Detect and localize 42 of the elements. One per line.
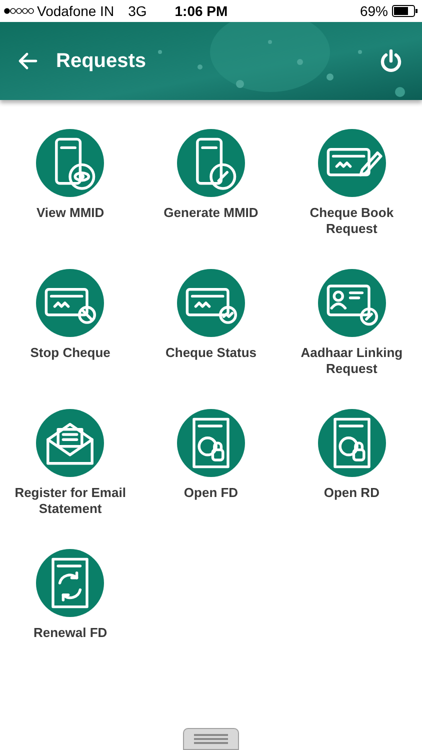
request-label: Generate MMID bbox=[162, 205, 260, 221]
request-tile[interactable]: Generate MMID bbox=[140, 129, 282, 245]
request-tile[interactable]: Aadhaar Linking Request bbox=[281, 269, 422, 385]
request-label: Cheque Book Request bbox=[308, 205, 395, 237]
power-icon bbox=[380, 49, 402, 73]
request-label: Open FD bbox=[182, 485, 240, 501]
request-label: View MMID bbox=[35, 205, 106, 221]
request-icon bbox=[318, 269, 386, 337]
request-label: Cheque Status bbox=[164, 345, 258, 361]
request-label: Aadhaar Linking Request bbox=[300, 345, 404, 377]
network-type: 3G bbox=[128, 2, 147, 20]
request-tile[interactable]: Open FD bbox=[140, 409, 282, 525]
request-tile[interactable]: Open RD bbox=[281, 409, 422, 525]
request-icon bbox=[176, 269, 245, 337]
request-icon bbox=[36, 409, 104, 477]
drawer-handle[interactable] bbox=[183, 728, 239, 750]
request-tile[interactable]: Cheque Book Request bbox=[281, 129, 422, 245]
request-tile[interactable]: Renewal FD bbox=[0, 549, 141, 665]
request-tile[interactable]: Stop Cheque bbox=[0, 269, 141, 385]
clock-time: 1:06 PM bbox=[174, 2, 228, 20]
request-tile[interactable]: Register for Email Statement bbox=[0, 409, 141, 525]
request-label: Open RD bbox=[322, 485, 380, 501]
page-title: Requests bbox=[56, 49, 146, 74]
request-icon bbox=[176, 409, 245, 477]
request-icon bbox=[36, 269, 104, 337]
carrier-name: Vodafone IN bbox=[37, 2, 114, 20]
request-label: Renewal FD bbox=[32, 625, 108, 641]
request-icon bbox=[36, 129, 104, 197]
request-icon bbox=[176, 129, 245, 197]
request-icon bbox=[318, 409, 386, 477]
request-icon bbox=[36, 549, 104, 617]
request-tile[interactable]: Cheque Status bbox=[140, 269, 282, 385]
power-button[interactable] bbox=[380, 49, 402, 73]
request-label: Stop Cheque bbox=[29, 345, 112, 361]
request-label: Register for Email Statement bbox=[14, 485, 127, 517]
request-tile[interactable]: View MMID bbox=[0, 129, 141, 245]
back-button[interactable] bbox=[18, 52, 38, 70]
battery-icon bbox=[392, 5, 418, 17]
request-icon bbox=[318, 129, 386, 197]
battery-percent: 69% bbox=[360, 2, 388, 20]
signal-icon bbox=[4, 7, 34, 15]
back-arrow-icon bbox=[18, 52, 38, 70]
